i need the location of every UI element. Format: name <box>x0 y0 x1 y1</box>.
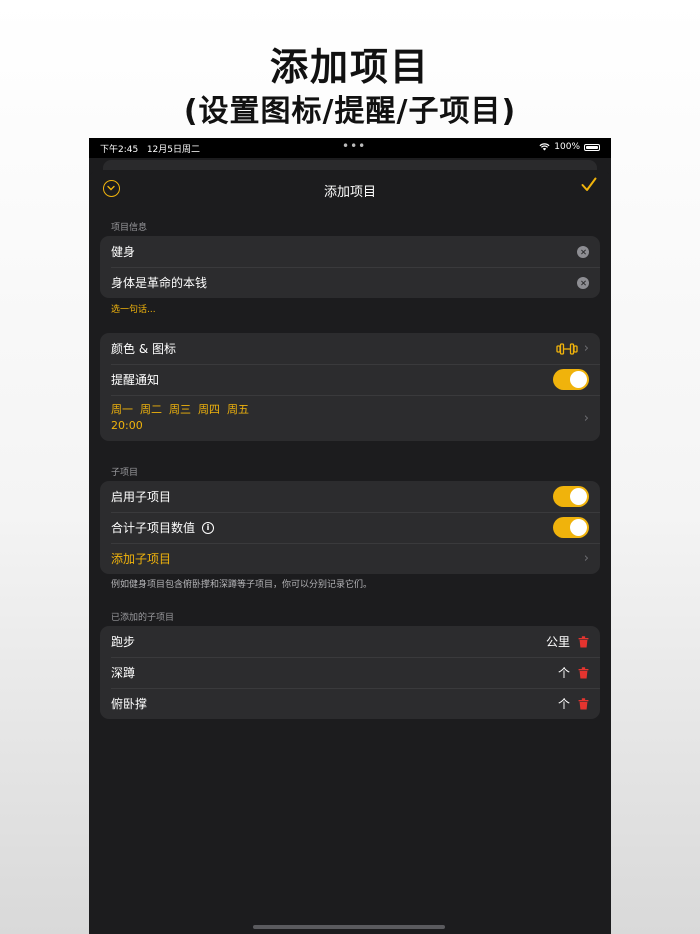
subitem-name: 俯卧撑 <box>111 697 148 711</box>
reminder-row: 提醒通知 <box>100 364 600 395</box>
subitem-name: 跑步 <box>111 635 136 649</box>
subitems-group: 启用子项目 合计子项目数值 i 添加子项目 › <box>100 481 600 574</box>
project-motto-value[interactable]: 身体是革命的本钱 <box>111 274 207 291</box>
clear-icon[interactable] <box>577 245 589 258</box>
color-icon-row[interactable]: 颜色 & 图标 › <box>100 333 600 364</box>
wifi-icon <box>539 143 550 151</box>
trash-icon[interactable] <box>578 666 589 679</box>
sum-subitems-toggle[interactable] <box>553 517 589 538</box>
reminder-schedule-row[interactable]: 周一 周二 周三 周四 周五 20:00 › <box>100 395 600 441</box>
info-icon[interactable]: i <box>202 521 215 534</box>
clear-icon[interactable] <box>577 276 589 289</box>
list-item[interactable]: 俯卧撑 个 <box>100 688 600 719</box>
status-right: 100% <box>539 142 600 152</box>
nav-title: 添加项目 <box>323 185 376 200</box>
pick-phrase-link[interactable]: 选一句话... <box>111 302 156 315</box>
battery-icon <box>584 143 600 151</box>
add-subitem-label: 添加子项目 <box>111 552 172 566</box>
section-label-added: 已添加的子项目 <box>111 613 175 623</box>
reminder-days: 周一 周二 周三 周四 周五 <box>111 403 249 416</box>
checkmark-icon[interactable] <box>581 177 597 196</box>
section-label-subitems: 子项目 <box>111 468 139 478</box>
sum-subitems-label: 合计子项目数值 <box>111 521 196 535</box>
sum-subitems-row: 合计子项目数值 i <box>100 512 600 543</box>
add-subitem-row[interactable]: 添加子项目 › <box>100 543 600 574</box>
enable-subitems-toggle[interactable] <box>553 486 589 507</box>
device-screen: 下午2:45 12月5日周二 ••• 100% 添加项目 项目信息 健身 身体是… <box>89 138 611 934</box>
settings-group: 颜色 & 图标 › 提醒通知 周一 周二 周三 周四 周五 20:00 › <box>100 333 600 441</box>
subitem-unit: 个 <box>557 666 570 680</box>
enable-subitems-label: 启用子项目 <box>111 490 172 504</box>
subitems-footnote: 例如健身项目包含俯卧撑和深蹲等子项目，你可以分别记录它们。 <box>111 580 373 590</box>
battery-percent: 100% <box>554 142 580 152</box>
hero-title: 添加项目 <box>269 45 430 89</box>
chevron-right-icon: › <box>583 341 589 356</box>
list-item[interactable]: 跑步 公里 <box>100 626 600 657</box>
trash-icon[interactable] <box>578 697 589 710</box>
status-time: 下午2:45 12月5日周二 <box>100 145 200 155</box>
reminder-toggle[interactable] <box>553 369 589 390</box>
project-name-field[interactable]: 健身 <box>100 236 600 267</box>
project-name-value[interactable]: 健身 <box>111 243 135 260</box>
multitasking-dots[interactable]: ••• <box>342 139 366 153</box>
subitem-unit: 公里 <box>545 635 570 649</box>
chevron-right-icon: › <box>583 551 589 566</box>
add-project-sheet: 添加项目 项目信息 健身 身体是革命的本钱 选一句话... 颜色 & 图标 › … <box>89 170 611 934</box>
color-icon-label: 颜色 & 图标 <box>111 342 176 356</box>
chevron-right-icon: › <box>583 410 589 426</box>
enable-subitems-row: 启用子项目 <box>100 481 600 512</box>
reminder-label: 提醒通知 <box>111 373 160 387</box>
project-info-group: 健身 身体是革命的本钱 <box>100 236 600 298</box>
dumbbell-icon <box>556 342 578 355</box>
list-item[interactable]: 深蹲 个 <box>100 657 600 688</box>
project-motto-field[interactable]: 身体是革命的本钱 <box>100 267 600 298</box>
subitem-name: 深蹲 <box>111 666 136 680</box>
reminder-schedule: 周一 周二 周三 周四 周五 20:00 <box>111 402 249 434</box>
section-label-project-info: 项目信息 <box>111 223 148 233</box>
added-subitems-list: 跑步 公里 深蹲 个 俯卧撑 个 <box>100 626 600 719</box>
subitem-unit: 个 <box>557 697 570 711</box>
home-indicator[interactable] <box>253 925 445 929</box>
trash-icon[interactable] <box>578 635 589 648</box>
hero-subtitle: (设置图标/提醒/子项目) <box>183 94 517 129</box>
status-bar: 下午2:45 12月5日周二 ••• 100% <box>89 138 611 158</box>
reminder-time: 20:00 <box>111 419 143 432</box>
